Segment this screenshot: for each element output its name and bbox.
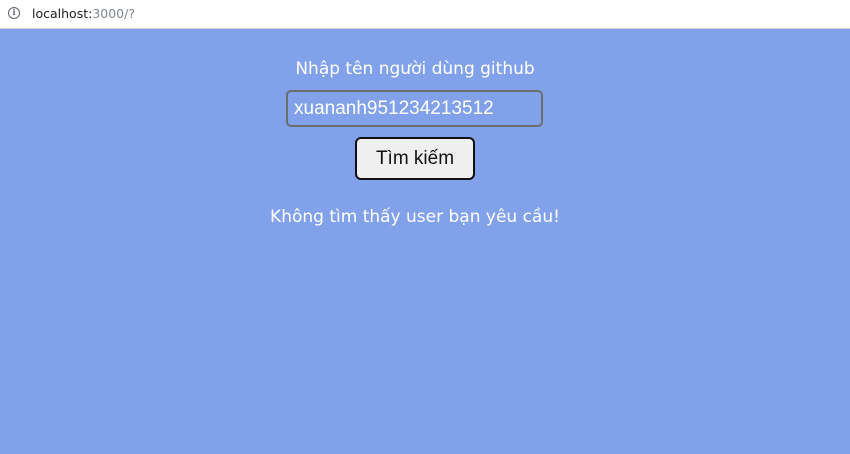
info-icon[interactable]: i xyxy=(8,7,20,19)
url-path: 3000/? xyxy=(92,6,135,21)
address-url[interactable]: localhost:3000/? xyxy=(32,6,135,22)
url-host: localhost: xyxy=(32,6,93,21)
browser-address-bar[interactable]: i localhost:3000/? xyxy=(0,0,850,29)
username-input[interactable] xyxy=(286,90,543,127)
page-content: Nhập tên người dùng github Tìm kiếm Khôn… xyxy=(0,29,850,454)
not-found-message: Không tìm thấy user bạn yêu cầu! xyxy=(270,207,560,227)
username-prompt-label: Nhập tên người dùng github xyxy=(295,59,535,79)
search-button[interactable]: Tìm kiếm xyxy=(355,137,475,180)
